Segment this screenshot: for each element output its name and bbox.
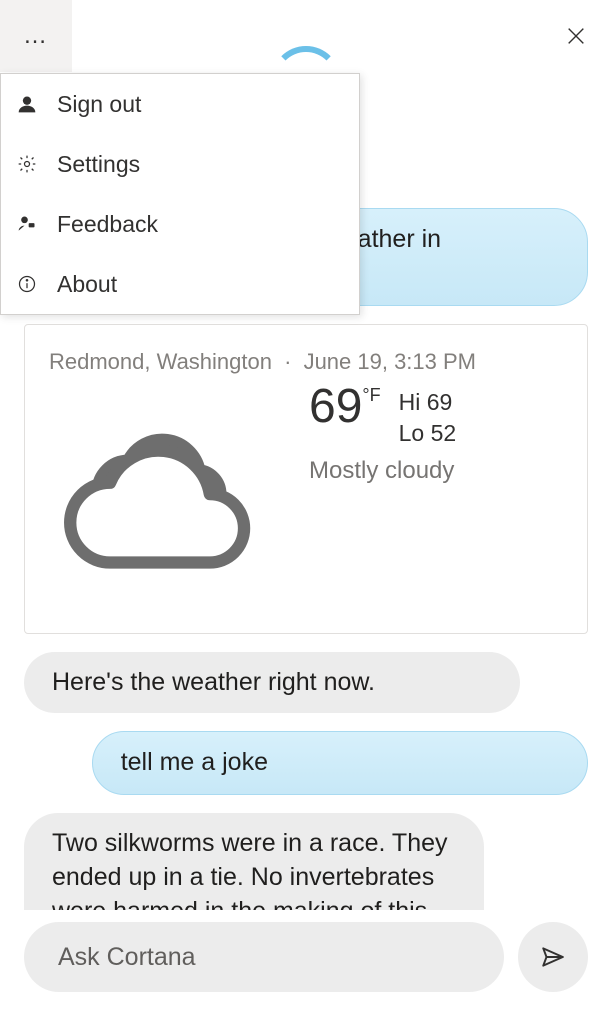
menu-item-settings[interactable]: Settings — [1, 134, 359, 194]
separator: · — [278, 349, 297, 374]
send-button[interactable] — [518, 922, 588, 992]
message-text: Two silkworms were in a race. They ended… — [52, 829, 448, 910]
menu-item-about[interactable]: About — [1, 254, 359, 314]
close-button[interactable] — [540, 0, 612, 72]
overflow-menu: Sign out Settings Feedback About — [0, 73, 360, 315]
temp-low: Lo 52 — [399, 418, 457, 449]
temp-high: Hi 69 — [399, 387, 457, 418]
current-temp: 69 — [309, 383, 362, 431]
weather-location: Redmond, Washington — [49, 349, 272, 374]
menu-item-label: Sign out — [57, 91, 141, 118]
menu-item-label: About — [57, 271, 117, 298]
assistant-message: Two silkworms were in a race. They ended… — [24, 813, 484, 910]
ellipsis-icon: … — [23, 24, 49, 48]
message-text: tell me a joke — [121, 748, 268, 776]
close-icon — [565, 25, 587, 47]
message-text: Here's the weather right now. — [52, 668, 375, 696]
ask-input[interactable] — [24, 922, 504, 992]
menu-item-label: Feedback — [57, 211, 158, 238]
send-icon — [540, 944, 566, 970]
menu-item-label: Settings — [57, 151, 140, 178]
menu-item-feedback[interactable]: Feedback — [1, 194, 359, 254]
info-icon — [17, 274, 37, 294]
menu-button[interactable]: … — [0, 0, 72, 72]
temp-unit: °F — [362, 385, 380, 406]
weather-datetime: June 19, 3:13 PM — [304, 349, 476, 374]
gear-icon — [17, 154, 37, 174]
feedback-icon — [17, 214, 37, 234]
person-icon — [17, 94, 37, 114]
weather-condition: Mostly cloudy — [309, 457, 456, 485]
user-message: tell me a joke — [92, 731, 588, 795]
assistant-message: Here's the weather right now. — [24, 652, 520, 714]
weather-card[interactable]: Redmond, Washington · June 19, 3:13 PM 6… — [24, 324, 588, 634]
weather-icon-mostly-cloudy — [49, 383, 289, 593]
menu-item-sign-out[interactable]: Sign out — [1, 74, 359, 134]
